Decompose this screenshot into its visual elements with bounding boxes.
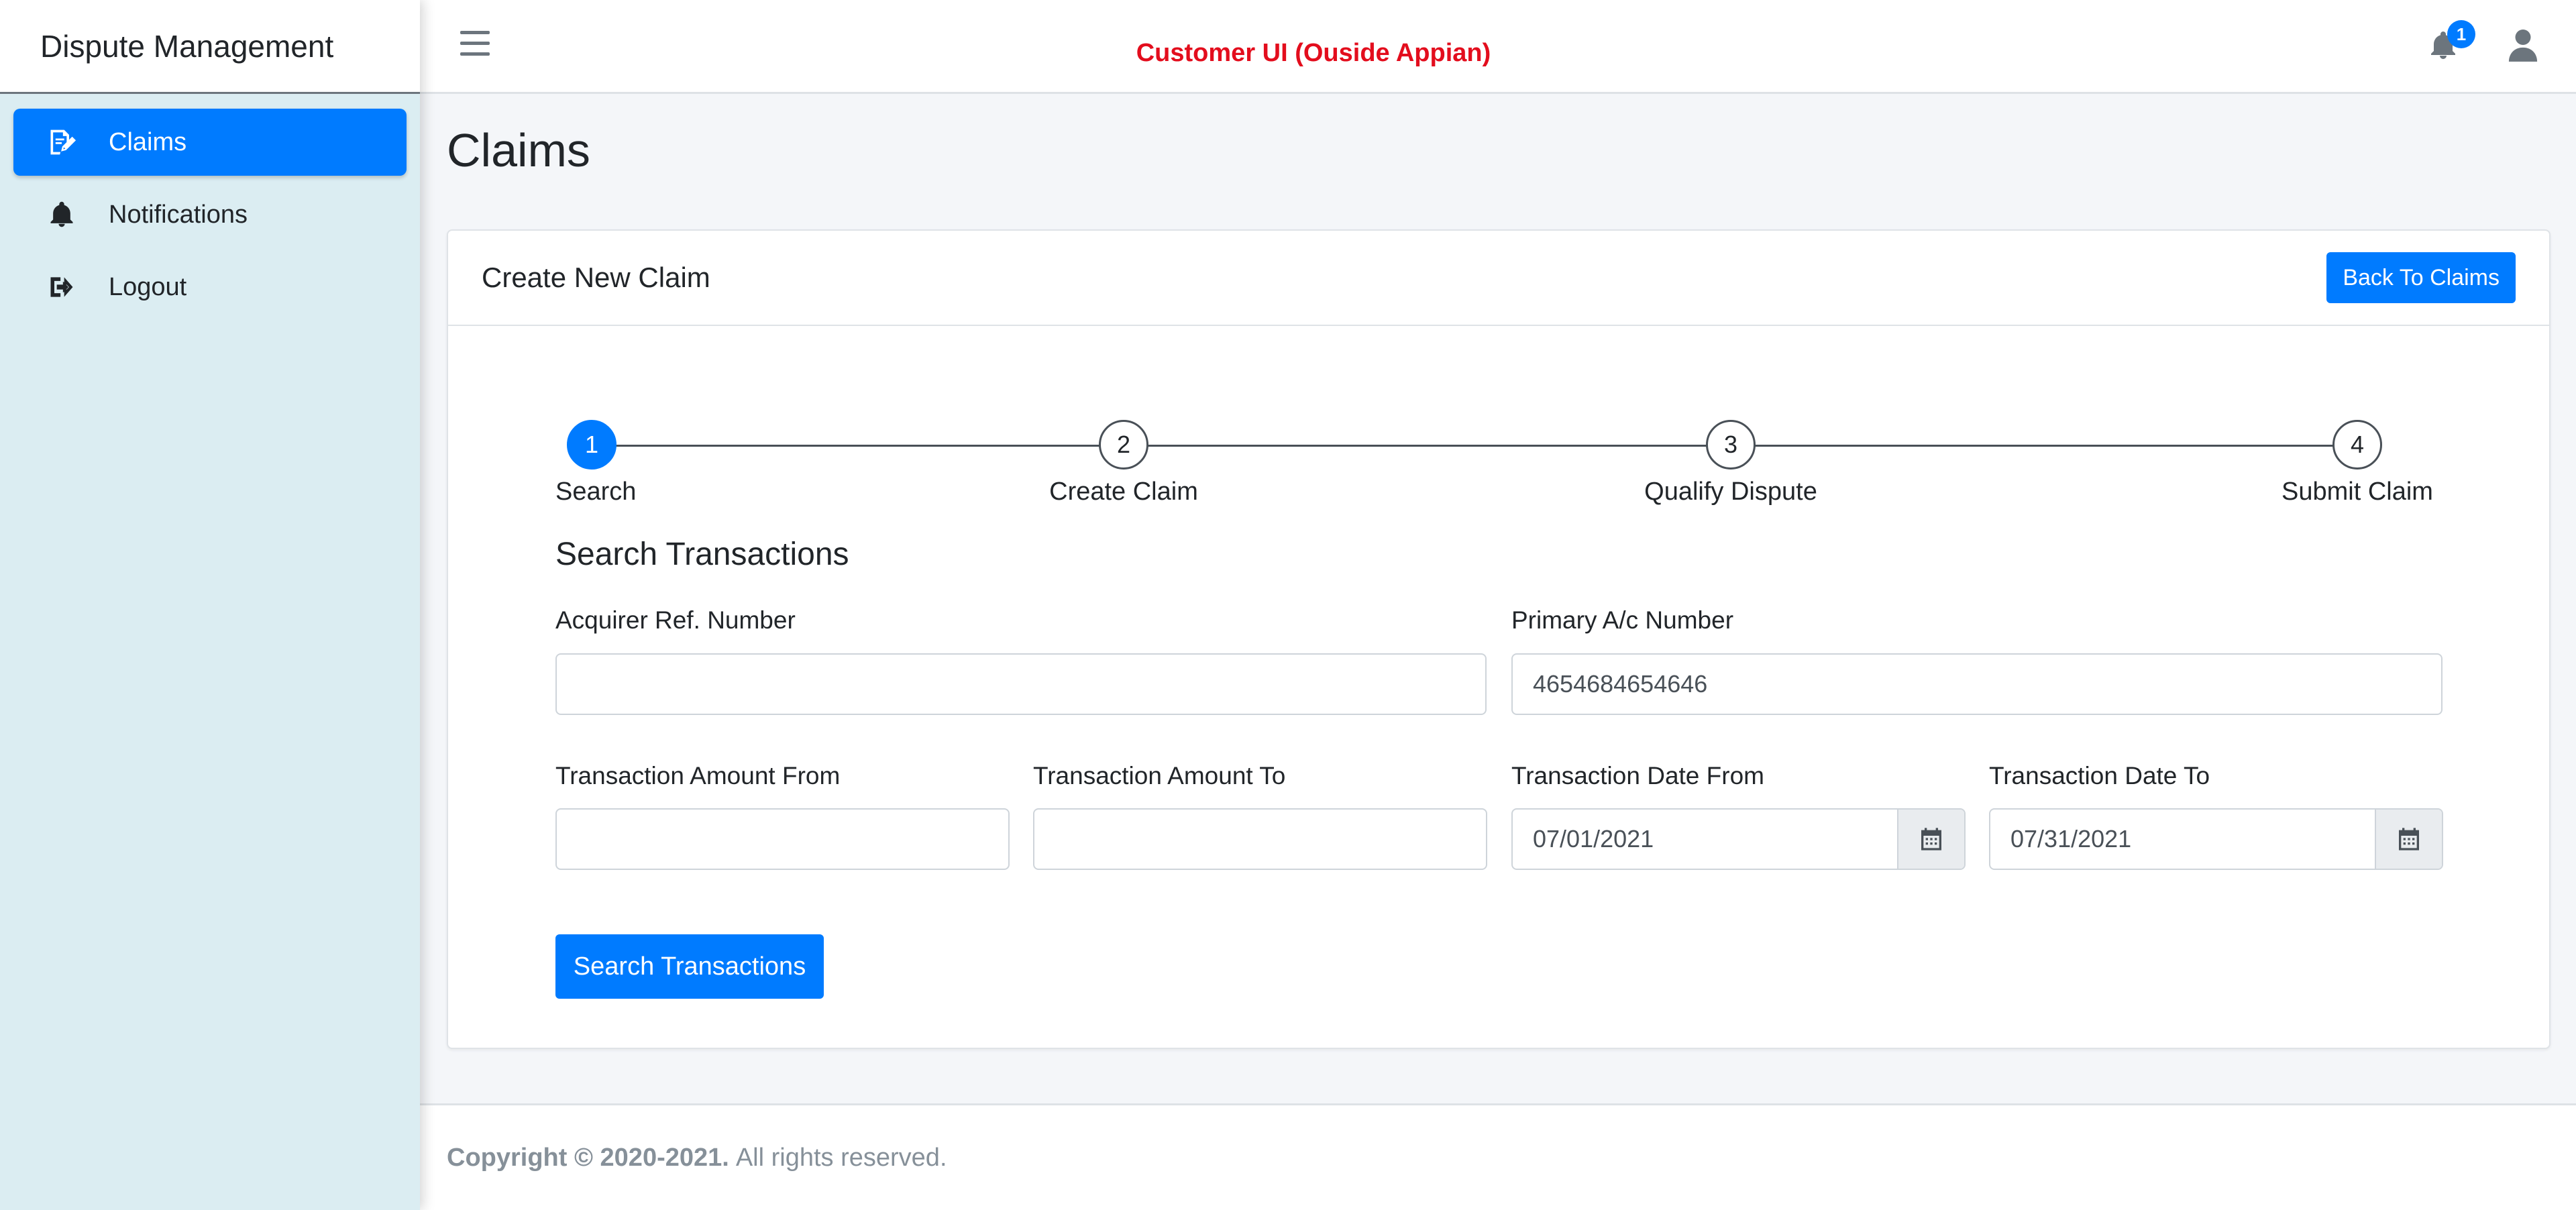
sidebar-item-label: Logout — [109, 272, 187, 301]
acquirer-ref-input[interactable] — [555, 653, 1487, 715]
date-to-calendar-button[interactable] — [2375, 810, 2442, 869]
main-content: Claims Create New Claim Back To Claims 1… — [420, 94, 2576, 1103]
stepper-line — [592, 445, 2363, 447]
step-number: 1 — [567, 420, 616, 470]
sidebar: Dispute Management Claims Notifications … — [0, 0, 420, 1210]
step-qualify-dispute[interactable]: 3 Qualify Dispute — [1637, 392, 1825, 506]
date-to-input[interactable]: 07/31/2021 — [1989, 808, 2443, 870]
calendar-icon — [1921, 828, 1941, 850]
date-to-value: 07/31/2021 — [2010, 825, 2132, 852]
card-title: Create New Claim — [482, 262, 710, 293]
amount-from-label: Transaction Amount From — [555, 762, 841, 789]
sign-out-icon — [46, 271, 78, 303]
user-icon[interactable] — [2508, 28, 2538, 62]
rights-text: All rights reserved. — [735, 1143, 947, 1172]
sidebar-item-claims[interactable]: Claims — [13, 109, 407, 176]
notification-count-badge: 1 — [2447, 20, 2475, 48]
primary-ac-label: Primary A/c Number — [1511, 606, 1734, 634]
step-search[interactable]: 1 Search — [555, 392, 637, 506]
date-from-label: Transaction Date From — [1511, 762, 1764, 789]
search-transactions-button[interactable]: Search Transactions — [555, 934, 824, 999]
acquirer-ref-label: Acquirer Ref. Number — [555, 606, 796, 634]
page-title: Claims — [447, 124, 590, 176]
calendar-icon — [2399, 828, 2419, 850]
date-from-input[interactable]: 07/01/2021 — [1511, 808, 1966, 870]
sidebar-item-logout[interactable]: Logout — [13, 254, 407, 321]
header-title: Customer UI (Ouside Appian) — [1136, 39, 1491, 67]
date-to-label: Transaction Date To — [1989, 762, 2210, 789]
step-number: 3 — [1706, 420, 1756, 470]
sidebar-item-label: Claims — [109, 127, 187, 156]
footer: Copyright © 2020-2021. All rights reserv… — [420, 1103, 2576, 1210]
date-from-value: 07/01/2021 — [1533, 825, 1654, 852]
step-create-claim[interactable]: 2 Create Claim — [1043, 392, 1204, 506]
hamburger-menu-icon[interactable] — [460, 31, 490, 58]
primary-ac-input[interactable]: 4654684654646 — [1511, 653, 2443, 715]
amount-to-input[interactable] — [1033, 808, 1487, 870]
claim-stepper: 1 Search 2 Create Claim 3 Qualify Disput… — [555, 392, 2440, 506]
date-from-calendar-button[interactable] — [1897, 810, 1964, 869]
amount-from-input[interactable] — [555, 808, 1010, 870]
create-claim-card: Create New Claim Back To Claims 1 Search… — [447, 229, 2551, 1049]
step-label: Qualify Dispute — [1644, 478, 1817, 506]
sidebar-item-label: Notifications — [109, 200, 248, 229]
top-header: Customer UI (Ouside Appian) 1 — [420, 0, 2576, 94]
amount-to-label: Transaction Amount To — [1033, 762, 1286, 789]
sidebar-nav: Claims Notifications Logout — [0, 94, 420, 321]
section-title: Search Transactions — [555, 537, 849, 572]
step-label: Search — [555, 478, 637, 506]
brand-title: Dispute Management — [0, 0, 420, 94]
bell-icon — [46, 199, 78, 231]
sidebar-item-notifications[interactable]: Notifications — [13, 181, 407, 248]
back-to-claims-button[interactable]: Back To Claims — [2326, 252, 2516, 303]
step-number: 2 — [1099, 420, 1148, 470]
step-submit-claim[interactable]: 4 Submit Claim — [2277, 392, 2438, 506]
card-header: Create New Claim Back To Claims — [448, 231, 2549, 326]
edit-document-icon — [46, 126, 78, 158]
step-label: Create Claim — [1049, 478, 1198, 506]
step-label: Submit Claim — [2282, 478, 2433, 506]
step-number: 4 — [2332, 420, 2382, 470]
copyright-text: Copyright © 2020-2021. — [447, 1143, 729, 1172]
